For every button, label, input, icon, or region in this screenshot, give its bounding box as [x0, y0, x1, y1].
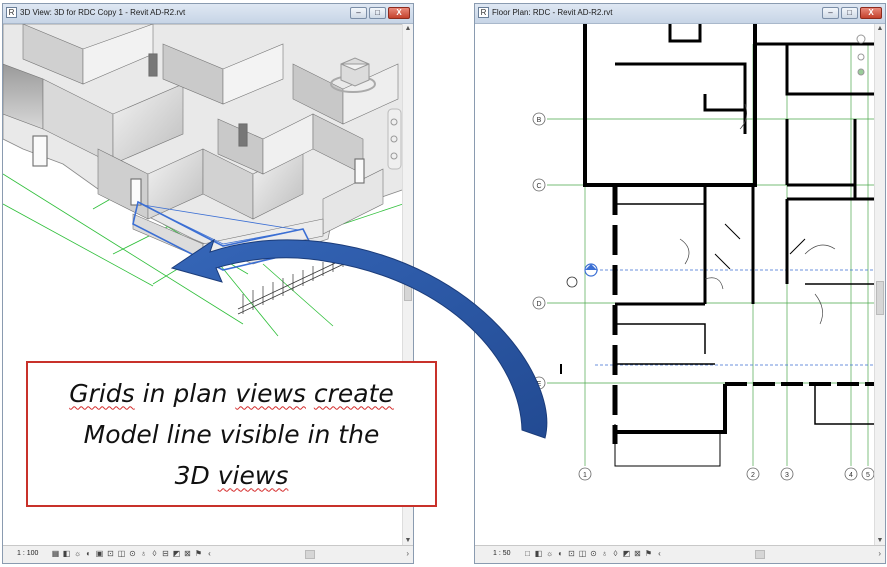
scroll-right-arrow-icon[interactable]: ›: [878, 549, 881, 558]
navigation-bar-icon[interactable]: [387, 108, 402, 170]
shadows-icon[interactable]: ◐: [84, 549, 93, 558]
grid-bubble-b: B: [532, 112, 546, 126]
view-scale[interactable]: 1 : 50: [493, 550, 511, 557]
worksharing-icon[interactable]: ⚑: [644, 549, 653, 558]
maximize-button[interactable]: □: [841, 7, 858, 19]
scroll-thumb[interactable]: [876, 281, 884, 315]
callout-line-1: Grids in plan views create: [28, 373, 435, 414]
sun-path-icon[interactable]: ☼: [73, 549, 82, 558]
titlebar-3d[interactable]: R 3D View: 3D for RDC Copy 1 - Revit AD-…: [3, 4, 413, 24]
grid-label-2: 2: [751, 472, 755, 479]
grid-bubble-1: 1: [578, 467, 592, 481]
show-crop-icon[interactable]: ◫: [117, 549, 126, 558]
grid-label-b: B: [537, 117, 542, 124]
grid-label-4: 4: [849, 472, 853, 479]
scroll-right-arrow-icon[interactable]: ›: [406, 549, 409, 558]
close-button[interactable]: X: [388, 7, 410, 19]
worksharing-icon[interactable]: ⚑: [194, 549, 203, 558]
close-button[interactable]: X: [860, 7, 882, 19]
callout-word: views: [217, 460, 289, 490]
scroll-up-arrow-icon[interactable]: ▲: [875, 24, 885, 34]
view-window-floor-plan[interactable]: R Floor Plan: RDC - Revit AD-R2.rvt – □ …: [474, 3, 886, 564]
scroll-left-arrow-icon[interactable]: ‹: [205, 549, 214, 558]
constraints-icon[interactable]: ⊠: [633, 549, 642, 558]
callout-word: [306, 379, 314, 408]
window-title-plan: Floor Plan: RDC - Revit AD-R2.rvt: [492, 8, 613, 17]
visual-style-icon[interactable]: ◧: [62, 549, 71, 558]
lock-view-icon[interactable]: ⊙: [128, 549, 137, 558]
scroll-left-arrow-icon[interactable]: ‹: [655, 549, 664, 558]
titlebar-plan[interactable]: R Floor Plan: RDC - Revit AD-R2.rvt – □ …: [475, 4, 885, 24]
revit-app-icon: R: [478, 7, 489, 18]
grid-label-e: E: [537, 381, 542, 388]
reveal-hidden-icon[interactable]: ◊: [150, 549, 159, 558]
scroll-thumb[interactable]: [404, 279, 412, 301]
callout-line-2: Model line visible in the: [28, 414, 435, 455]
grid-label-d: D: [536, 301, 541, 308]
view-control-bar-3d: 1 : 100 ▦ ◧ ☼ ◐ ▣ ⊡ ◫ ⊙ ♁ ◊ ⊟ ◩ ⊠ ⚑ ‹ ›: [3, 545, 413, 563]
view-controls-3d: ▦ ◧ ☼ ◐ ▣ ⊡ ◫ ⊙ ♁ ◊ ⊟ ◩ ⊠ ⚑ ‹: [51, 549, 214, 559]
minimize-button[interactable]: –: [350, 7, 367, 19]
door-swings-plan: [679, 103, 836, 325]
render-icon[interactable]: ▣: [95, 549, 104, 558]
grid-label-5: 5: [866, 472, 870, 479]
grid-bubble-e: E: [532, 376, 546, 390]
highlight-displacement-icon[interactable]: ◩: [172, 549, 181, 558]
callout-text: Grids in plan views create Model line vi…: [28, 373, 435, 496]
callout-line-3: 3D views: [28, 455, 435, 496]
minimize-button[interactable]: –: [822, 7, 839, 19]
grid-bubble-d: D: [532, 296, 546, 310]
grid-bubble-3: 3: [780, 467, 794, 481]
scroll-up-arrow-icon[interactable]: ▲: [403, 24, 413, 34]
callout-word: Model line visible in the: [83, 419, 380, 449]
building-walls-3d: [3, 24, 403, 271]
grid-bubble-2: 2: [746, 467, 760, 481]
analytical-model-icon[interactable]: ⊟: [161, 549, 170, 558]
detail-level-icon[interactable]: □: [523, 549, 532, 558]
walls-plan: [583, 24, 875, 467]
constraints-icon[interactable]: ⊠: [183, 549, 192, 558]
plan-viewport[interactable]: B C D E 1 2 3 4 5: [475, 24, 875, 546]
window-title-3d: 3D View: 3D for RDC Copy 1 - Revit AD-R2…: [20, 8, 186, 17]
visual-style-icon[interactable]: ◧: [534, 549, 543, 558]
temporary-hide-icon[interactable]: ♁: [139, 549, 148, 558]
navigation-bar-icon[interactable]: [856, 34, 866, 76]
horizontal-scroll-thumb[interactable]: [305, 550, 315, 559]
callout-box: Grids in plan views create Model line vi…: [26, 361, 437, 507]
grid-bubble-c: C: [532, 178, 546, 192]
revit-app-icon: R: [6, 7, 17, 18]
callout-word: 3D: [174, 460, 218, 490]
callout-word: create: [313, 378, 394, 408]
grid-bubble-5: 5: [861, 467, 875, 481]
grid-label-1: 1: [583, 472, 587, 479]
detail-level-icon[interactable]: ▦: [51, 549, 60, 558]
temporary-hide-icon[interactable]: ♁: [600, 549, 609, 558]
elevation-marker-icon[interactable]: [560, 263, 598, 374]
grid-bubble-4: 4: [844, 467, 858, 481]
callout-word: Grids: [69, 378, 135, 408]
view-control-bar-plan: 1 : 50 □ ◧ ☼ ◐ ⊡ ◫ ⊙ ♁ ◊ ◩ ⊠ ⚑ ‹ ›: [475, 545, 885, 563]
vertical-scrollbar-plan[interactable]: ▲ ▼: [874, 24, 885, 546]
sun-path-icon[interactable]: ☼: [545, 549, 554, 558]
reveal-hidden-icon[interactable]: ◊: [611, 549, 620, 558]
view-scale[interactable]: 1 : 100: [17, 550, 38, 557]
crop-view-icon[interactable]: ⊡: [106, 549, 115, 558]
horizontal-scroll-thumb[interactable]: [755, 550, 765, 559]
show-crop-icon[interactable]: ◫: [578, 549, 587, 558]
lock-view-icon[interactable]: ⊙: [589, 549, 598, 558]
grid-label-c: C: [536, 183, 541, 190]
floor-plan-drawing: B C D E 1 2 3 4 5: [532, 24, 875, 481]
shadows-icon[interactable]: ◐: [556, 549, 565, 558]
callout-word: in plan: [134, 378, 236, 408]
view-controls-plan: □ ◧ ☼ ◐ ⊡ ◫ ⊙ ♁ ◊ ◩ ⊠ ⚑ ‹: [523, 549, 664, 559]
grid-lines-plan: [547, 44, 875, 466]
callout-word: views: [235, 378, 306, 408]
maximize-button[interactable]: □: [369, 7, 386, 19]
crop-view-icon[interactable]: ⊡: [567, 549, 576, 558]
highlight-displacement-icon[interactable]: ◩: [622, 549, 631, 558]
grid-label-3: 3: [785, 472, 789, 479]
